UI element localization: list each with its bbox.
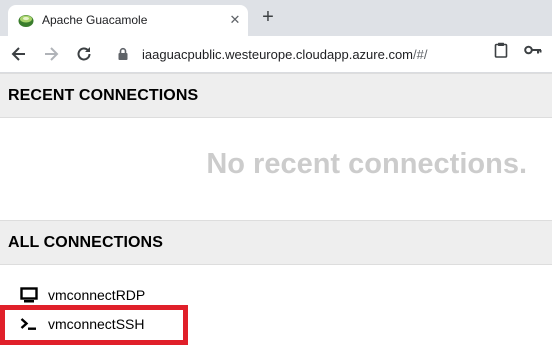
new-tab-button[interactable]: + [258,7,278,27]
browser-toolbar: iaaguacpublic.westeurope.cloudapp.azure.… [0,36,552,73]
connection-label[interactable]: vmconnectRDP [48,287,145,303]
recent-connections-title: RECENT CONNECTIONS [8,87,199,104]
forward-arrow-icon[interactable] [41,44,61,64]
lock-icon[interactable] [116,47,130,61]
tab-strip: Apache Guacamole ✕ + [0,0,552,36]
url-text[interactable]: iaaguacpublic.westeurope.cloudapp.azure.… [142,47,427,62]
back-arrow-icon[interactable] [9,44,29,64]
no-recent-connections-message: No recent connections. [206,148,527,180]
reload-icon[interactable] [74,44,94,64]
all-connections-title: ALL CONNECTIONS [8,234,163,251]
address-bar[interactable]: iaaguacpublic.westeurope.cloudapp.azure.… [104,41,552,67]
recent-connections-header: RECENT CONNECTIONS [0,73,552,118]
close-tab-icon[interactable]: ✕ [227,12,243,28]
desktop-icon [20,287,38,303]
url-host: iaaguacpublic.westeurope.cloudapp.azure.… [142,47,414,62]
browser-tab[interactable]: Apache Guacamole ✕ [8,5,248,36]
url-path: /#/ [413,47,428,62]
key-icon[interactable] [524,44,542,56]
clipboard-icon[interactable] [494,42,508,58]
guacamole-favicon-icon [18,15,34,27]
highlight-box [0,305,188,345]
tab-title: Apache Guacamole [42,13,148,27]
all-connections-header: ALL CONNECTIONS [0,220,552,265]
